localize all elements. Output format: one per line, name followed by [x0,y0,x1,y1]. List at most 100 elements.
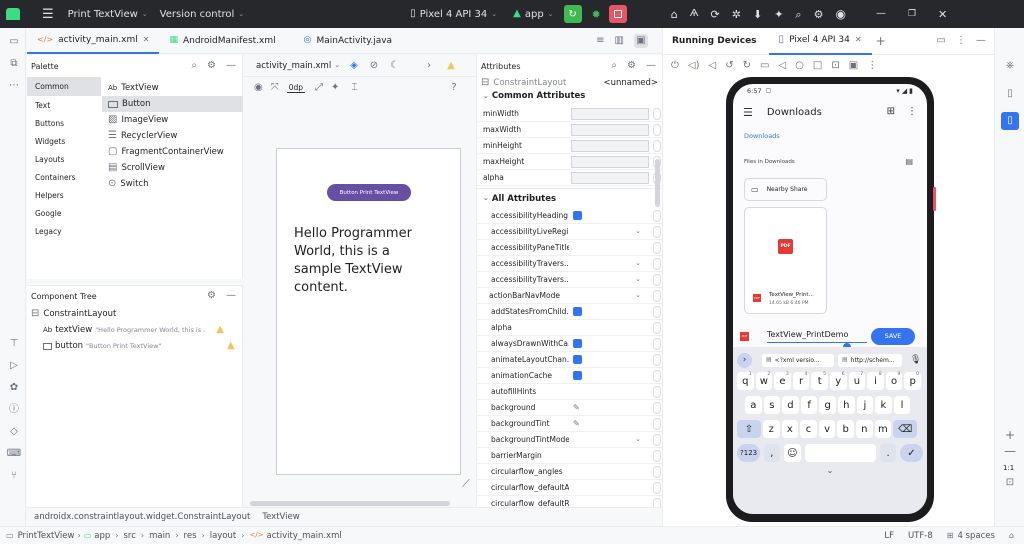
attribute-edit-handle[interactable] [653,225,661,238]
version-control-icon[interactable]: ⑂ [6,468,22,484]
back-icon[interactable]: ◁ [778,61,786,71]
problems-icon[interactable]: ⓘ [6,402,22,418]
palette-category[interactable]: Google [27,204,101,222]
chevron-down-icon[interactable]: ⌄ [635,292,641,299]
record-icon[interactable]: ▣ [849,61,858,71]
attribute-value-field[interactable] [571,155,649,168]
attribute-value-field[interactable] [571,482,649,494]
screenshot-icon[interactable]: ⊡ [831,61,839,71]
project-selector[interactable]: Print TextView [68,9,138,20]
chevron-down-icon[interactable]: ⌄ [483,195,489,202]
settings-icon[interactable]: ⚙ [207,291,216,301]
more-icon[interactable]: ⋯ [6,78,22,94]
attribute-value-field[interactable] [571,242,649,254]
build-variants-icon[interactable]: ⊤ [6,336,22,352]
attribute-edit-handle[interactable] [653,289,661,302]
palette-widget-button[interactable]: Button [102,96,243,112]
save-button[interactable]: SAVE [871,327,915,345]
folder-icon[interactable]: ▭ [6,34,22,50]
suggestion-expand-button[interactable]: › [737,352,752,368]
keyboard-key[interactable]: f [800,396,818,414]
attribute-value-field[interactable] [571,107,649,120]
design-view-icon[interactable]: ▣ [634,33,648,48]
palette-category[interactable]: Widgets [27,132,101,150]
phone-screen[interactable]: 6:57 ▢ ▾ ◢ ▮ ☰ Downloads ⊞ ⋮ Downloads F… [733,84,927,514]
logcat-icon[interactable]: ✿ [6,380,22,396]
keyboard-key[interactable]: j [856,396,874,414]
attribute-value-field[interactable] [571,123,649,136]
done-key[interactable]: ✓ [899,444,923,462]
guidelines-icon[interactable]: ⌶ [351,83,357,93]
attribute-value-field[interactable] [571,450,649,462]
home-icon[interactable]: ○ [795,61,804,71]
close-icon[interactable]: ✕ [938,9,947,20]
gradle-icon[interactable]: ◇ [6,424,22,440]
volume-up-icon[interactable]: ◁) [688,61,700,71]
attribute-edit-handle[interactable] [653,449,661,462]
attribute-value-field[interactable] [571,306,649,318]
restore-icon[interactable]: ❐ [908,9,916,19]
keyboard-key[interactable]: y6 [829,372,847,390]
device-manager-icon[interactable]: ✲ [732,9,741,20]
minimize-icon[interactable]: — [646,61,656,71]
attribute-value-field[interactable]: ⌄ [571,290,649,302]
attribute-edit-handle[interactable] [653,385,661,398]
suggestion-chip[interactable]: ▤ http://schem... [838,353,902,367]
settings-icon[interactable]: ⚙ [627,61,636,71]
minimize-icon[interactable]: — [226,61,236,71]
constraints-icon[interactable]: ⤧ [271,83,279,93]
main-menu-icon[interactable]: ☰ [42,8,54,21]
attribute-edit-handle[interactable] [653,417,661,430]
view-options-icon[interactable]: ◉ [254,83,263,93]
keyboard-key[interactable]: s [763,396,781,414]
path-segment[interactable]: activity_main.xml [267,531,342,541]
attribute-value-field[interactable] [571,210,649,222]
checkbox-unset-icon[interactable] [573,307,582,316]
attribute-value-field[interactable]: ⌄ [571,274,649,286]
checkbox-unset-icon[interactable] [573,339,582,348]
attribute-edit-handle[interactable] [653,337,661,350]
print-button[interactable]: Button Print TextView [327,184,411,201]
zoom-out-icon[interactable]: — [1002,444,1018,458]
breadcrumb-item[interactable]: androidx.constraintlayout.widget.Constra… [34,512,250,522]
stop-button[interactable] [608,5,627,23]
lock-icon[interactable]: ⌂ [1009,531,1014,540]
attribute-edit-handle[interactable] [653,241,661,254]
terminal-icon[interactable]: ⌨ [6,446,22,462]
attribute-edit-handle[interactable] [653,305,661,318]
breadcrumb-item[interactable]: TextView [262,512,299,522]
tab-device[interactable]: ▯ Pixel 4 API 34 ✕ [768,28,872,55]
keyboard-key[interactable]: d [782,396,799,414]
attribute-edit-handle[interactable] [653,401,661,414]
common-attributes-header[interactable]: Common Attributes [492,91,585,101]
attribute-value-field[interactable] [571,354,649,366]
tree-node-textview[interactable]: Ab textView "Hello Programmer World, thi… [27,322,242,338]
palette-widget-recyclerview[interactable]: ☰ RecyclerView [102,128,243,144]
chevron-right-icon[interactable]: › [427,60,431,71]
tab-main-activity[interactable]: ◎ MainActivity.java [294,28,402,54]
build-icon[interactable]: ⌂ [671,9,678,20]
device-selector[interactable]: Pixel 4 API 34 [420,9,488,20]
sync-icon[interactable]: ⟳ [711,9,720,20]
rotate-left-icon[interactable]: ↺ [725,61,733,71]
line-separator[interactable]: LF [884,531,894,541]
rerun-button[interactable]: ↻ [563,5,582,23]
file-card[interactable]: PDF PDF TextView_Print... 14.65 kB 6:46 … [744,207,827,314]
device-preview[interactable]: Button Print TextView Hello Programmer W… [276,148,461,475]
palette-widget-fragmentcontainerview[interactable]: ▢ FragmentContainerView [102,144,243,160]
attribute-value-field[interactable] [571,322,649,334]
resize-handle-icon[interactable]: ⟋ [462,477,470,491]
attribute-edit-handle[interactable] [653,273,661,286]
palette-category[interactable]: Legacy [27,222,101,240]
attribute-value-field[interactable]: ⌄ [571,258,649,270]
night-mode-icon[interactable]: ☾ [390,60,399,71]
palette-category[interactable]: Containers [27,168,101,186]
keyboard-key[interactable]: z [763,420,780,438]
folder-card[interactable]: ▭ Nearby Share [744,178,827,201]
path-segment[interactable]: res [184,531,197,541]
id-value[interactable]: <unnamed> [603,78,658,88]
attribute-value-field[interactable] [571,338,649,350]
path-segment[interactable]: layout [210,531,237,541]
chevron-down-icon[interactable]: ⌄ [483,92,489,100]
fold-icon[interactable]: ▭ [760,61,769,71]
